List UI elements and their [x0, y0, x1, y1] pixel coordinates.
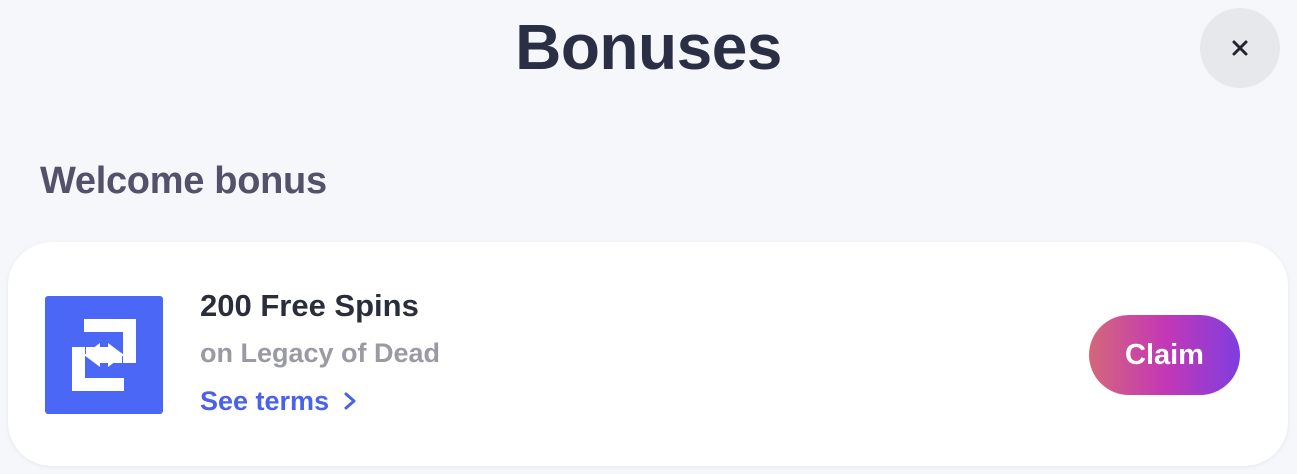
- section-title: Welcome bonus: [40, 160, 327, 202]
- see-terms-link[interactable]: See terms: [200, 383, 357, 419]
- close-icon: [1232, 40, 1248, 56]
- see-terms-label: See terms: [200, 386, 330, 416]
- bonus-title: 200 Free Spins: [200, 288, 419, 323]
- bonuses-modal: Bonuses Welcome bonus 200 Free Spins on …: [0, 0, 1297, 474]
- chevron-right-icon: [343, 391, 357, 411]
- close-button[interactable]: [1200, 8, 1280, 88]
- bonus-subtitle: on Legacy of Dead: [200, 338, 441, 368]
- refresh-arrows-icon: [45, 296, 163, 414]
- page-title: Bonuses: [515, 11, 782, 83]
- bonus-card: 200 Free Spins on Legacy of Dead See ter…: [8, 242, 1288, 466]
- claim-button[interactable]: Claim: [1089, 315, 1240, 395]
